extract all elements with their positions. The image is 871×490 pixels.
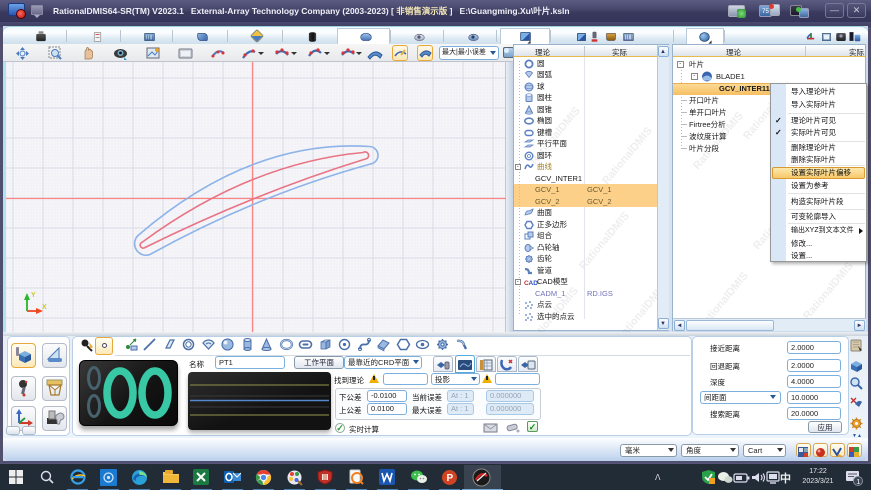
svg-text:1: 1	[856, 479, 860, 486]
svg-text:X: X	[42, 304, 47, 311]
svg-text:Y: Y	[31, 292, 36, 299]
svg-text:P: P	[447, 473, 454, 484]
